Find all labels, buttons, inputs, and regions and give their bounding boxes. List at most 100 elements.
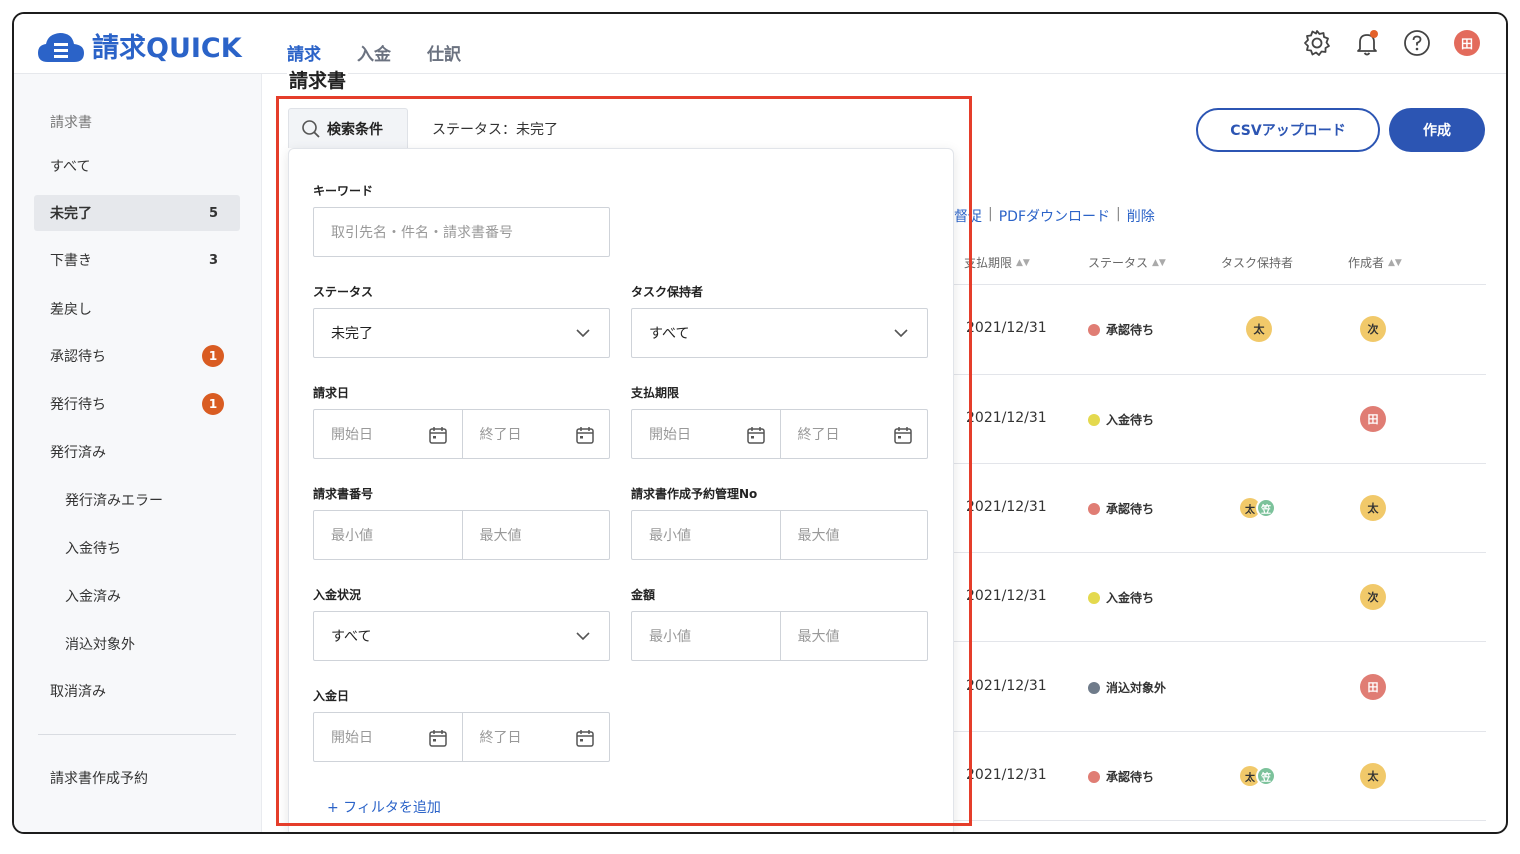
row-due-date: 2021/12/31	[966, 767, 1047, 783]
sidebar-item-label: 入金待ち	[65, 541, 121, 557]
sidebar-item-paid[interactable]: 入金済み	[34, 578, 240, 614]
bell-icon[interactable]	[1352, 28, 1382, 58]
column-header-due-date[interactable]: 支払期限 ▲▼	[964, 254, 1030, 271]
sidebar-item-label: 入金済み	[65, 589, 121, 605]
user-avatar[interactable]: 田	[1452, 28, 1482, 58]
column-header-creator[interactable]: 作成者 ▲▼	[1348, 254, 1402, 271]
sidebar-item-label: 取消済み	[50, 684, 106, 700]
sidebar-item-count: 3	[208, 252, 218, 268]
table-divider	[954, 820, 1486, 821]
calendar-icon[interactable]	[575, 728, 595, 748]
create-button[interactable]: 作成	[1389, 108, 1485, 152]
app-name: 請求QUICK	[92, 33, 242, 64]
remind-link[interactable]: 督促	[954, 206, 982, 226]
sidebar-item-excluded[interactable]: 消込対象外	[34, 626, 240, 662]
row-status: 消込対象外	[1088, 679, 1166, 696]
column-header-status[interactable]: ステータス ▲▼	[1088, 254, 1166, 271]
creator-avatar: 次	[1360, 316, 1386, 342]
sidebar-item-label: 発行済みエラー	[65, 493, 163, 509]
row-status: 承認待ち	[1088, 500, 1154, 517]
creator-avatar: 田	[1360, 674, 1386, 700]
notification-badge: 1	[202, 345, 224, 367]
payment-status-select[interactable]: すべて	[313, 611, 610, 661]
active-filter-text: ステータス：未完了	[432, 122, 558, 138]
sidebar-item-awaiting-approval[interactable]: 承認待ち 1	[34, 338, 240, 374]
avatar-initial: 田	[1454, 30, 1480, 56]
sidebar-item-issued-error[interactable]: 発行済みエラー	[34, 482, 240, 518]
sidebar-item-label: 未完了	[50, 206, 92, 222]
invoice-number-min-input[interactable]: 最小値	[314, 511, 462, 559]
sidebar-item-reservation[interactable]: 請求書作成予約	[34, 760, 240, 796]
creator-avatar: 太	[1360, 495, 1386, 521]
pdf-download-link[interactable]: PDFダウンロード	[999, 206, 1110, 226]
row-due-date: 2021/12/31	[966, 499, 1047, 515]
sort-icon: ▲▼	[1016, 257, 1030, 268]
creator-avatar: 田	[1360, 406, 1386, 432]
invoice-start-date-input[interactable]: 開始日	[314, 410, 462, 458]
sidebar-item-draft[interactable]: 下書き 3	[34, 242, 240, 278]
status-dot	[1088, 323, 1100, 336]
payment-start-date-input[interactable]: 開始日	[314, 713, 462, 761]
holder-avatar: 笠	[1256, 766, 1276, 786]
nav-tab-journal[interactable]: 仕訳	[427, 40, 461, 65]
sidebar-item-all[interactable]: すべて	[34, 148, 240, 184]
invoice-number-max-input[interactable]: 最大値	[461, 511, 610, 559]
sidebar-item-incomplete[interactable]: 未完了 5	[34, 195, 240, 231]
page-title: 請求書	[287, 66, 349, 93]
due-start-date-input[interactable]: 開始日	[632, 410, 780, 458]
search-filter-panel: キーワード 取引先名・件名・請求書番号 ステータス 未完了 タスク保持者 すべて…	[288, 148, 954, 832]
status-select[interactable]: 未完了	[313, 308, 610, 358]
amount-min-input[interactable]: 最小値	[632, 612, 780, 660]
sidebar-item-awaiting-payment[interactable]: 入金待ち	[34, 530, 240, 566]
nav-tab-invoice[interactable]: 請求	[287, 40, 321, 65]
reservation-number-min-input[interactable]: 最小値	[632, 511, 780, 559]
calendar-icon[interactable]	[575, 425, 595, 445]
row-status: 承認待ち	[1088, 321, 1154, 338]
nav-tab-payment[interactable]: 入金	[357, 40, 391, 65]
keyword-label: キーワード	[313, 184, 374, 198]
delete-link[interactable]: 削除	[1127, 206, 1155, 226]
row-due-date: 2021/12/31	[966, 678, 1047, 694]
payment-status-label: 入金状況	[313, 588, 362, 602]
row-status: 入金待ち	[1088, 589, 1154, 606]
status-label: ステータス	[313, 285, 374, 299]
reservation-number-max-input[interactable]: 最大値	[779, 511, 928, 559]
sidebar: 請求書 すべて 未完了 5 下書き 3 差戻し 承認待ち 1 発行待ち 1 発行…	[14, 74, 262, 832]
creator-avatar: 太	[1360, 763, 1386, 789]
sidebar-item-cancelled[interactable]: 取消済み	[34, 673, 240, 709]
bulk-actions: 督促 | PDFダウンロード | 削除	[954, 206, 1155, 226]
row-due-date: 2021/12/31	[966, 588, 1047, 604]
payment-end-date-input[interactable]: 終了日	[461, 713, 610, 761]
notification-badge: 1	[202, 393, 224, 415]
gear-icon[interactable]	[1302, 28, 1332, 58]
sidebar-section-title: 請求書	[50, 115, 92, 131]
calendar-icon[interactable]	[893, 425, 913, 445]
task-holder-label: タスク保持者	[631, 285, 704, 299]
amount-max-input[interactable]: 最大値	[779, 612, 928, 660]
payment-date-range: 開始日 終了日	[313, 712, 610, 762]
sidebar-item-returned[interactable]: 差戻し	[34, 291, 240, 327]
task-holder-select[interactable]: すべて	[631, 308, 928, 358]
due-end-date-input[interactable]: 終了日	[779, 410, 928, 458]
calendar-icon[interactable]	[746, 425, 766, 445]
table-divider	[954, 552, 1486, 553]
separator: |	[988, 206, 993, 222]
sidebar-item-issued[interactable]: 発行済み	[34, 434, 240, 470]
invoice-end-date-input[interactable]: 終了日	[461, 410, 610, 458]
keyword-input[interactable]: 取引先名・件名・請求書番号	[313, 207, 610, 257]
app-logo[interactable]: 請求QUICK	[36, 26, 242, 65]
calendar-icon[interactable]	[428, 425, 448, 445]
calendar-icon[interactable]	[428, 728, 448, 748]
amount-label: 金額	[631, 588, 656, 602]
status-dot	[1088, 591, 1100, 604]
sort-icon: ▲▼	[1152, 257, 1166, 268]
amount-range: 最小値 最大値	[631, 611, 928, 661]
help-icon[interactable]	[1402, 28, 1432, 58]
sidebar-item-label: 差戻し	[50, 302, 92, 318]
sidebar-item-awaiting-issue[interactable]: 発行待ち 1	[34, 386, 240, 422]
csv-upload-button[interactable]: CSVアップロード	[1196, 108, 1380, 152]
add-filter-link[interactable]: + フィルタを追加	[327, 797, 441, 817]
search-conditions-tab[interactable]: 検索条件	[288, 108, 408, 148]
sidebar-item-label: 発行済み	[50, 445, 106, 461]
sidebar-item-label: 承認待ち	[50, 349, 106, 365]
